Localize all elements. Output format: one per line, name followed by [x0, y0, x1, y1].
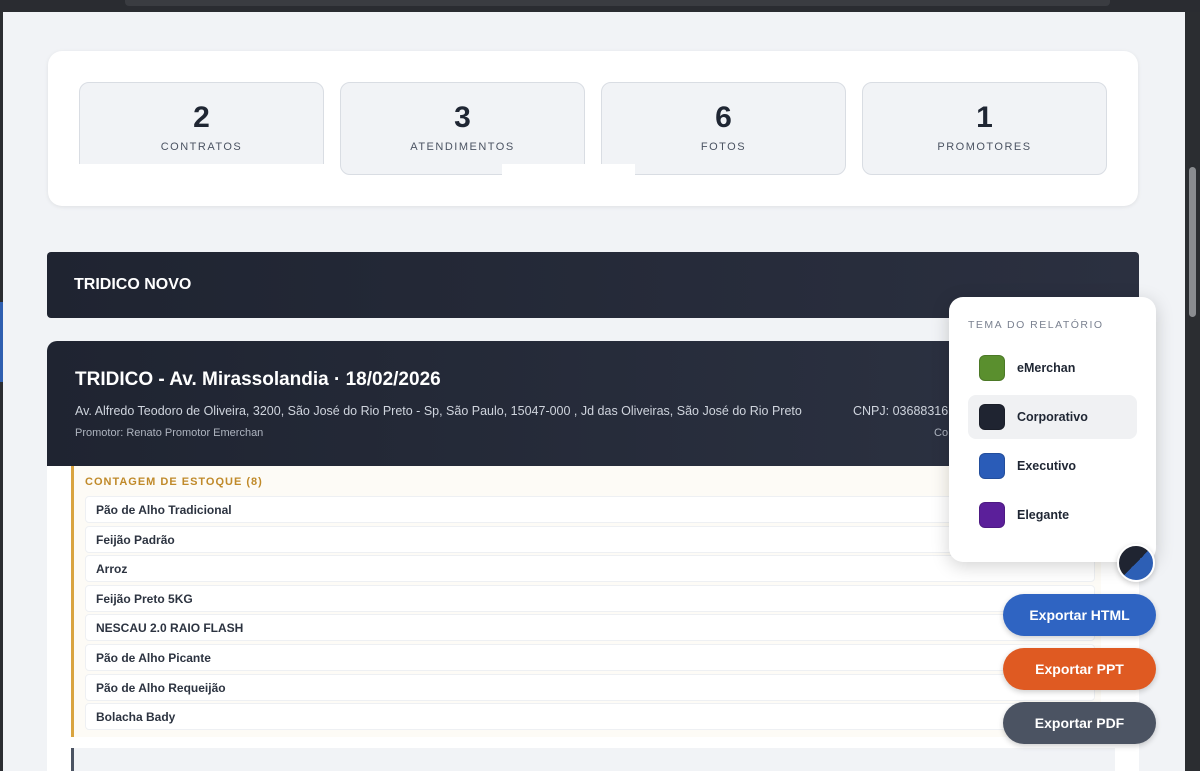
scrollbar-thumb[interactable]	[1189, 167, 1196, 317]
render-artifact	[502, 164, 635, 178]
store-title: TRIDICO - Av. Mirassolandia · 18/02/2026	[75, 369, 441, 390]
stat-value: 3	[454, 101, 471, 134]
theme-option-corporativo[interactable]: Corporativo	[968, 395, 1137, 439]
stock-item: Feijão Preto 5KG	[85, 584, 1095, 612]
stat-atendimentos: 3 ATENDIMENTOS	[340, 82, 585, 175]
store-address: Av. Alfredo Teodoro de Oliveira, 3200, S…	[75, 404, 802, 418]
theme-swatch	[979, 404, 1005, 430]
theme-option-label: Corporativo	[1017, 410, 1088, 424]
stat-value: 1	[976, 101, 993, 134]
scrollbar[interactable]	[1185, 12, 1200, 771]
theme-swatch	[979, 453, 1005, 479]
theme-picker-panel: TEMA DO RELATÓRIO eMerchan Corporativo E…	[949, 297, 1156, 562]
theme-option-emerchan[interactable]: eMerchan	[968, 346, 1137, 390]
group-title: TRIDICO NOVO	[74, 276, 192, 293]
summary-stats-card: 2 CONTRATOS 3 ATENDIMENTOS 6 FOTOS 1 PRO…	[48, 51, 1138, 206]
stat-value: 2	[193, 101, 210, 134]
stock-section-title: CONTAGEM DE ESTOQUE (8)	[85, 476, 263, 488]
stat-label: PROMOTORES	[937, 141, 1032, 153]
theme-swatch	[979, 502, 1005, 528]
export-html-button[interactable]: Exportar HTML	[1003, 594, 1156, 636]
browser-top-bar	[0, 0, 1200, 12]
stock-list: Pão de Alho Tradicional Feijão Padrão Ar…	[85, 496, 1095, 733]
browser-address-area	[125, 0, 1110, 6]
theme-panel-title: TEMA DO RELATÓRIO	[968, 319, 1104, 331]
stat-label: CONTRATOS	[160, 141, 243, 153]
render-artifact	[79, 164, 324, 178]
theme-swatch	[979, 355, 1005, 381]
stock-item: NESCAU 2.0 RAIO FLASH	[85, 614, 1095, 642]
store-coordinator-partial: Co	[934, 427, 949, 439]
theme-option-elegante[interactable]: Elegante	[968, 493, 1137, 537]
theme-option-label: eMerchan	[1017, 361, 1076, 375]
stock-item: Feijão Padrão	[85, 525, 1095, 553]
stat-value: 6	[715, 101, 732, 134]
stock-item: Arroz	[85, 555, 1095, 583]
theme-option-executivo[interactable]: Executivo	[968, 444, 1137, 488]
export-pdf-button[interactable]: Exportar PDF	[1003, 702, 1156, 744]
stock-item: Pão de Alho Picante	[85, 643, 1095, 671]
stat-fotos: 6 FOTOS	[601, 82, 846, 175]
store-cnpj: CNPJ: 03688316	[853, 404, 949, 418]
store-promoter: Promotor: Renato Promotor Emerchan	[75, 427, 264, 439]
stock-item: Pão de Alho Requeijão	[85, 673, 1095, 701]
stock-count-section: CONTAGEM DE ESTOQUE (8) Pão de Alho Trad…	[71, 466, 1101, 737]
stock-item: Bolacha Bady	[85, 703, 1095, 731]
theme-option-label: Elegante	[1017, 508, 1070, 522]
stock-item: Pão de Alho Tradicional	[85, 496, 1095, 523]
stat-label: FOTOS	[700, 141, 747, 153]
stat-label: ATENDIMENTOS	[410, 141, 515, 153]
theme-toggle-button[interactable]	[1117, 544, 1155, 582]
next-section-block	[71, 748, 1115, 771]
export-ppt-button[interactable]: Exportar PPT	[1003, 648, 1156, 690]
theme-option-label: Executivo	[1017, 459, 1077, 473]
stat-promotores: 1 PROMOTORES	[862, 82, 1107, 175]
stat-contratos: 2 CONTRATOS	[79, 82, 324, 175]
